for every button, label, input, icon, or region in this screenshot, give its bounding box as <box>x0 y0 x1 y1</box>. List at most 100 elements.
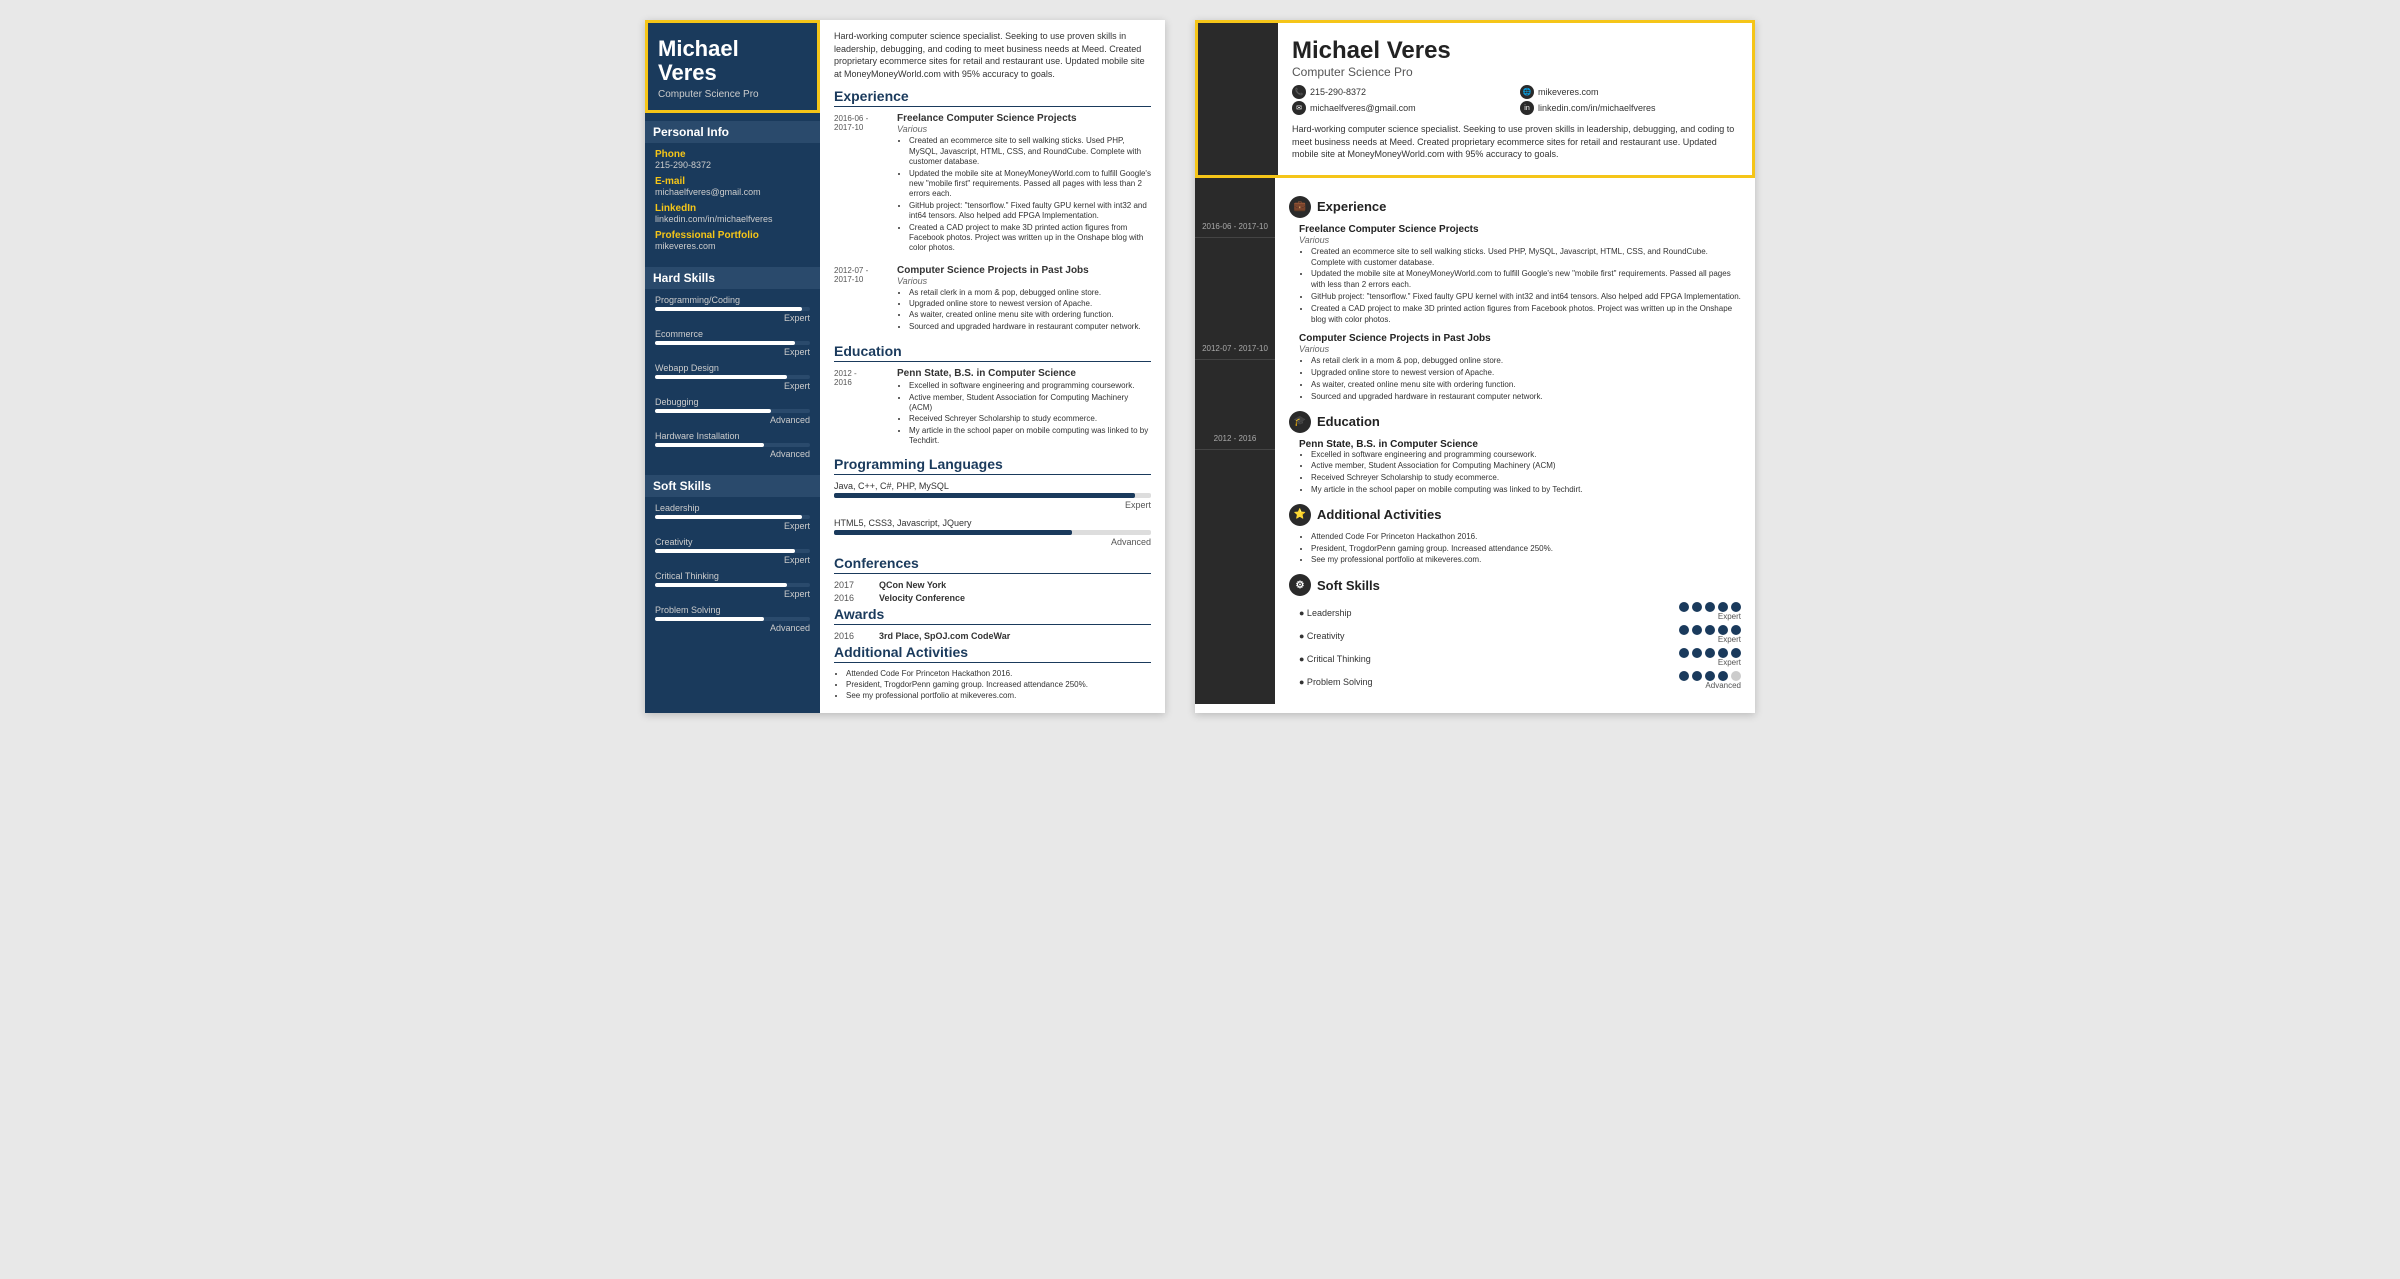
lang-name-2: HTML5, CSS3, Javascript, JQuery <box>834 518 1151 528</box>
left-main-content: Hard-working computer science specialist… <box>820 20 1165 713</box>
right-exp-subtitle-2: Various <box>1299 344 1741 354</box>
right-date-1: 2016-06 - 2017-10 <box>1195 216 1275 238</box>
bullet: Created an ecommerce site to sell walkin… <box>1311 247 1741 269</box>
lang-bar-fill-2 <box>834 530 1072 535</box>
exp-title-1: Freelance Computer Science Projects <box>897 113 1151 124</box>
right-skill-creativity: ● Creativity Expert <box>1289 625 1741 644</box>
award-year-1: 2016 <box>834 631 869 641</box>
bullet: Updated the mobile site at MoneyMoneyWor… <box>909 169 1151 200</box>
exp-bullets-2: As retail clerk in a mom & pop, debugged… <box>909 288 1151 333</box>
exp-title-2: Computer Science Projects in Past Jobs <box>897 265 1151 276</box>
bullet: My article in the school paper on mobile… <box>1311 485 1741 496</box>
dot <box>1679 671 1689 681</box>
skill-level-critical: Expert <box>655 589 810 599</box>
dots-creativity <box>1679 625 1741 635</box>
conferences-heading: Conferences <box>834 555 1151 574</box>
left-sidebar-header: Michael Veres Computer Science Pro <box>645 20 820 113</box>
right-activities: Attended Code For Princeton Hackathon 20… <box>1289 532 1741 566</box>
lang-name-1: Java, C++, C#, PHP, MySQL <box>834 481 1151 491</box>
dot <box>1718 671 1728 681</box>
skill-level-creativity: Expert <box>655 555 810 565</box>
conf-entry-1: 2017 QCon New York <box>834 580 1151 590</box>
conf-name-1: QCon New York <box>879 580 946 590</box>
skill-level-webapp: Expert <box>655 381 810 391</box>
linkedin-text: linkedin.com/in/michaelfveres <box>1538 103 1656 113</box>
left-resume: Michael Veres Computer Science Pro Perso… <box>645 20 1165 713</box>
skill-level-debugging: Advanced <box>655 415 810 425</box>
skill-level-problem: Advanced <box>655 623 810 633</box>
exp-date-1: 2016-06 -2017-10 <box>834 113 889 254</box>
dots-critical <box>1679 648 1741 658</box>
right-skill-rating-problem: Advanced <box>1679 671 1741 690</box>
personal-info-heading: Personal Info <box>645 121 820 143</box>
skill-level-leadership: Expert <box>655 521 810 531</box>
skill-bar-leadership-fill <box>655 515 802 519</box>
conf-entry-2: 2016 Velocity Conference <box>834 593 1151 603</box>
website-icon: 🌐 <box>1520 85 1534 99</box>
dot <box>1731 625 1741 635</box>
dot-empty <box>1731 671 1741 681</box>
right-date-3: 2012 - 2016 <box>1195 428 1275 450</box>
lang-bar-fill-1 <box>834 493 1135 498</box>
skill-problem-solving: Problem Solving <box>655 605 810 615</box>
right-exp-title-2: Computer Science Projects in Past Jobs <box>1299 333 1741 344</box>
right-skill-name-creativity: ● Creativity <box>1299 628 1344 642</box>
exp-entry-2: 2012-07 -2017-10 Computer Science Projec… <box>834 265 1151 334</box>
bullet: See my professional portfolio at mikever… <box>1311 555 1741 566</box>
bullet: As retail clerk in a mom & pop, debugged… <box>909 288 1151 298</box>
right-edu-1: Penn State, B.S. in Computer Science Exc… <box>1289 439 1741 496</box>
right-date-2: 2012-07 - 2017-10 <box>1195 338 1275 360</box>
bullet: Updated the mobile site at MoneyMoneyWor… <box>1311 269 1741 291</box>
bullet: GitHub project: "tensorflow." Fixed faul… <box>909 201 1151 222</box>
right-edu-bullets-1: Excelled in software engineering and pro… <box>1311 450 1741 496</box>
dot <box>1705 648 1715 658</box>
right-sidebar: 2016-06 - 2017-10 2012-07 - 2017-10 2012… <box>1195 178 1275 704</box>
right-activity-bullets: Attended Code For Princeton Hackathon 20… <box>1311 532 1741 566</box>
edu-bullets-1: Excelled in software engineering and pro… <box>909 381 1151 446</box>
dots-problem <box>1679 671 1741 681</box>
right-body: 2016-06 - 2017-10 2012-07 - 2017-10 2012… <box>1195 178 1755 704</box>
right-exp-bullets-2: As retail clerk in a mom & pop, debugged… <box>1311 356 1741 402</box>
skill-bar-debugging-bg <box>655 409 810 413</box>
skill-bar-webapp-bg <box>655 375 810 379</box>
contact-website: 🌐 mikeveres.com <box>1520 85 1738 99</box>
skill-webapp: Webapp Design <box>655 363 810 373</box>
right-exp-title-1: Freelance Computer Science Projects <box>1299 224 1741 235</box>
right-main: 💼 Experience Freelance Computer Science … <box>1275 178 1755 704</box>
edu-date-1: 2012 -2016 <box>834 368 889 447</box>
right-exp-subtitle-1: Various <box>1299 235 1741 245</box>
email-text: michaelfveres@gmail.com <box>1310 103 1416 113</box>
bullet: My article in the school paper on mobile… <box>909 426 1151 447</box>
exp-subtitle-1: Various <box>897 124 1151 134</box>
skill-bar-ecommerce-bg <box>655 341 810 345</box>
exp-subtitle-2: Various <box>897 276 1151 286</box>
skill-ecommerce: Ecommerce <box>655 329 810 339</box>
left-title: Computer Science Pro <box>658 89 807 100</box>
skill-level-hardware: Advanced <box>655 449 810 459</box>
bullet: President, TrogdorPenn gaming group. Inc… <box>1311 544 1741 555</box>
right-skill-critical-thinking: ● Critical Thinking Expert <box>1289 648 1741 667</box>
dot <box>1731 648 1741 658</box>
contact-linkedin: in linkedin.com/in/michaelfveres <box>1520 101 1738 115</box>
phone-label: Phone <box>655 149 810 160</box>
conf-year-1: 2017 <box>834 580 869 590</box>
skill-bar-ecommerce-fill <box>655 341 795 345</box>
lang-level-1: Expert <box>834 500 1151 510</box>
dot <box>1705 602 1715 612</box>
bullet: Sourced and upgraded hardware in restaur… <box>1311 392 1741 403</box>
skill-level-ecommerce: Expert <box>655 347 810 357</box>
bullet: As waiter, created online menu site with… <box>909 310 1151 320</box>
bullet: Sourced and upgraded hardware in restaur… <box>909 322 1151 332</box>
education-icon: 🎓 <box>1289 411 1311 433</box>
left-personal-info: Personal Info Phone 215-290-8372 E-mail … <box>645 113 820 259</box>
right-skill-level-critical: Expert <box>1679 658 1741 667</box>
bullet: Received Schreyer Scholarship to study e… <box>1311 473 1741 484</box>
skill-hardware: Hardware Installation <box>655 431 810 441</box>
left-hard-skills: Hard Skills Programming/Coding Expert Ec… <box>645 259 820 467</box>
contact-phone: 📞 215-290-8372 <box>1292 85 1510 99</box>
dot <box>1718 648 1728 658</box>
skill-bar-critical-fill <box>655 583 787 587</box>
right-exp-1: Freelance Computer Science Projects Vari… <box>1289 224 1741 326</box>
bullet: As retail clerk in a mom & pop, debugged… <box>1311 356 1741 367</box>
lang-entry-2: HTML5, CSS3, Javascript, JQuery Advanced <box>834 518 1151 547</box>
